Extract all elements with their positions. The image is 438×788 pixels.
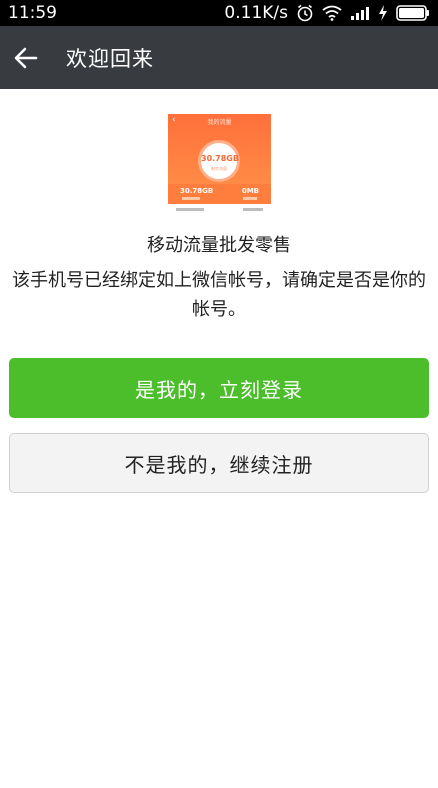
preview-total: 30.78GB (201, 154, 239, 163)
binding-description: 该手机号已经绑定如上微信帐号，请确定是否是你的帐号。 (12, 270, 426, 320)
battery-icon (396, 5, 430, 21)
preview-right-value: 0MB (241, 187, 259, 195)
preview-header: 我的流量 (207, 119, 232, 126)
preview-total-caption: 剩余流量 (211, 166, 227, 171)
preview-right-caption (243, 197, 257, 200)
preview-footer-left (176, 208, 204, 211)
preview-left-caption (182, 197, 200, 200)
status-icons: 0.11K/s (224, 3, 430, 23)
network-speed: 0.11K/s (224, 3, 288, 23)
page-title: 欢迎回来 (66, 46, 154, 71)
back-arrow-icon[interactable] (2, 26, 50, 89)
preview-usage-circle: 30.78GB 剩余流量 (198, 140, 240, 182)
account-preview-image: ‹ 我的流量 30.78GB 剩余流量 30.78GB 0MB (168, 114, 271, 221)
confirm-login-button[interactable]: 是我的，立刻登录 (9, 358, 429, 418)
preview-left-value: 30.78GB (180, 187, 214, 195)
preview-footer-right (243, 208, 263, 211)
account-name: 移动流量批发零售 (147, 235, 291, 256)
alarm-icon (296, 4, 314, 22)
app-bar: 欢迎回来 (0, 26, 438, 89)
signal-icon (350, 6, 370, 20)
status-time: 11:59 (8, 3, 57, 23)
wifi-icon (322, 5, 342, 21)
charging-icon (378, 5, 388, 21)
continue-register-button[interactable]: 不是我的，继续注册 (9, 433, 429, 493)
status-bar: 11:59 0.11K/s (0, 0, 438, 26)
